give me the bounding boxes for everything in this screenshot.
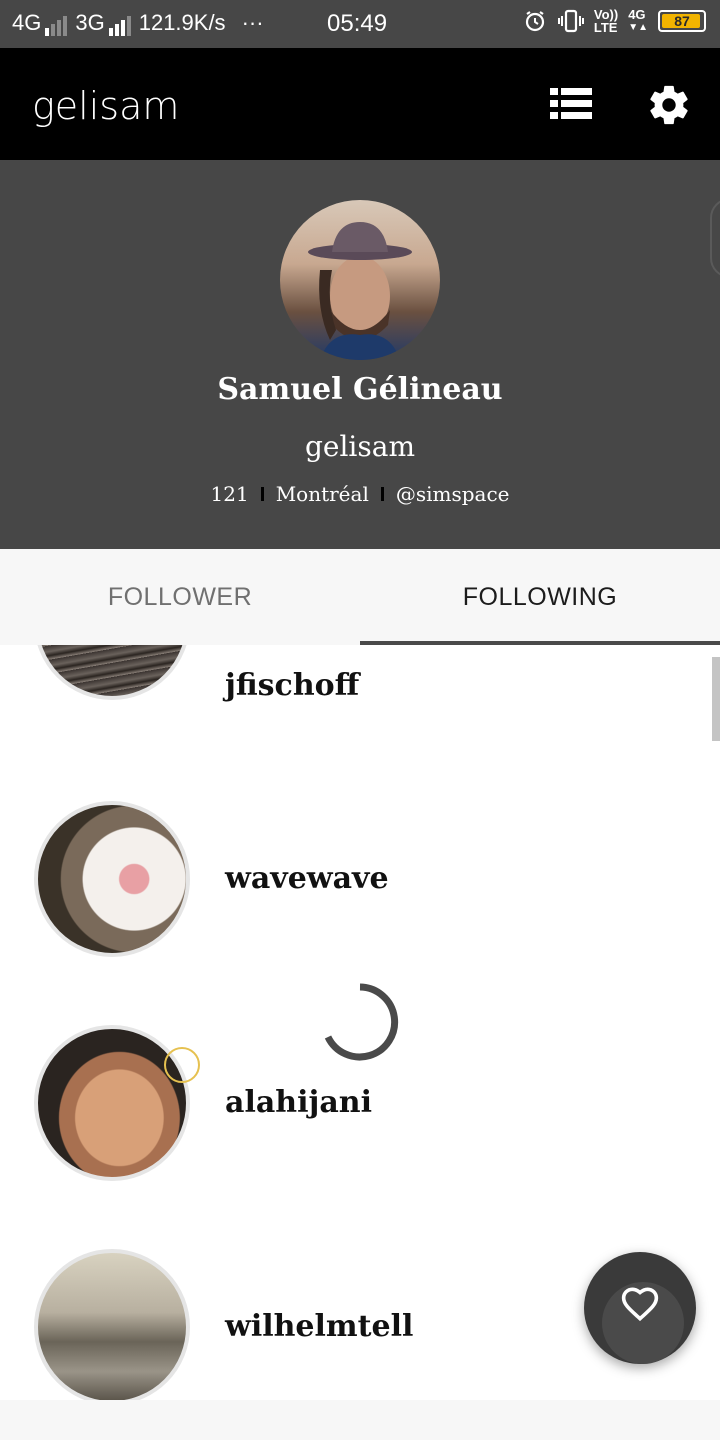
app-bar: gelisam bbox=[0, 48, 720, 160]
separator bbox=[380, 487, 384, 501]
profile-location: Montréal bbox=[275, 482, 369, 506]
profile-twitter[interactable]: @simspace bbox=[396, 482, 510, 506]
status-bar: 4G 3G 121.9K/s ··· 05:49 Vo)) LTE 4G ▼▲ … bbox=[0, 0, 720, 48]
heart-icon bbox=[621, 1287, 659, 1322]
favorite-fab[interactable] bbox=[584, 1252, 696, 1364]
settings-button[interactable] bbox=[646, 82, 692, 128]
network-type-4g: 4G bbox=[12, 10, 42, 35]
list-item[interactable]: jfischoff bbox=[0, 645, 720, 734]
user-name: jfischoff bbox=[225, 668, 360, 703]
profile-username: gelisam bbox=[304, 430, 416, 463]
list-view-button[interactable] bbox=[548, 84, 594, 124]
profile-meta: 121 Montréal @simspace bbox=[0, 482, 720, 506]
signal-3g: 3G bbox=[75, 10, 131, 36]
signal-4g: 4G bbox=[12, 10, 68, 36]
battery-icon: 87 bbox=[658, 10, 706, 32]
battery-level: 87 bbox=[674, 13, 690, 29]
edge-handle bbox=[710, 198, 720, 278]
user-avatar bbox=[34, 1025, 190, 1181]
system-nav-bar bbox=[0, 1400, 720, 1440]
profile-header: Samuel Gélineau gelisam 121 Montréal @si… bbox=[0, 160, 720, 549]
signal-bars-icon bbox=[108, 16, 131, 36]
loading-spinner bbox=[320, 982, 400, 1062]
separator bbox=[260, 487, 264, 501]
signal-bars-icon bbox=[45, 16, 68, 36]
network-speed: 121.9K/s bbox=[138, 10, 226, 35]
user-name: alahijani bbox=[225, 1085, 372, 1120]
profile-name: Samuel Gélineau bbox=[217, 372, 503, 407]
user-avatar bbox=[34, 645, 190, 700]
user-name: wavewave bbox=[225, 861, 389, 896]
tab-following[interactable]: FOLLOWING bbox=[360, 549, 720, 645]
data-4g-label: 4G bbox=[628, 7, 646, 22]
lte-label: LTE bbox=[593, 20, 618, 35]
data-4g-indicator: 4G ▼▲ bbox=[628, 8, 648, 34]
clock: 05:49 bbox=[327, 10, 388, 37]
profile-photo bbox=[308, 222, 412, 360]
profile-avatar[interactable] bbox=[280, 200, 440, 360]
user-name: wilhelmtell bbox=[225, 1309, 414, 1344]
volte-indicator: Vo)) LTE bbox=[594, 8, 618, 34]
list-item[interactable]: wavewave bbox=[0, 769, 720, 993]
status-right: Vo)) LTE 4G ▼▲ 87 bbox=[522, 8, 706, 34]
app-bar-title: gelisam bbox=[32, 84, 180, 128]
network-type-3g: 3G bbox=[75, 10, 105, 35]
user-avatar bbox=[34, 1249, 190, 1400]
status-left: 4G 3G 121.9K/s ··· bbox=[12, 10, 264, 36]
tab-follower[interactable]: FOLLOWER bbox=[0, 549, 360, 645]
more-notifications-icon: ··· bbox=[241, 10, 264, 35]
gear-icon bbox=[650, 85, 688, 125]
data-arrows-icon: ▼▲ bbox=[628, 22, 648, 33]
list-view-icon bbox=[550, 88, 592, 119]
user-avatar bbox=[34, 801, 190, 957]
vibrate-icon bbox=[557, 8, 584, 34]
spinner-icon bbox=[324, 983, 399, 1061]
tab-bar: FOLLOWER FOLLOWING bbox=[0, 549, 720, 645]
alarm-icon bbox=[522, 8, 548, 34]
online-indicator bbox=[164, 1047, 200, 1083]
profile-count: 121 bbox=[210, 482, 249, 506]
